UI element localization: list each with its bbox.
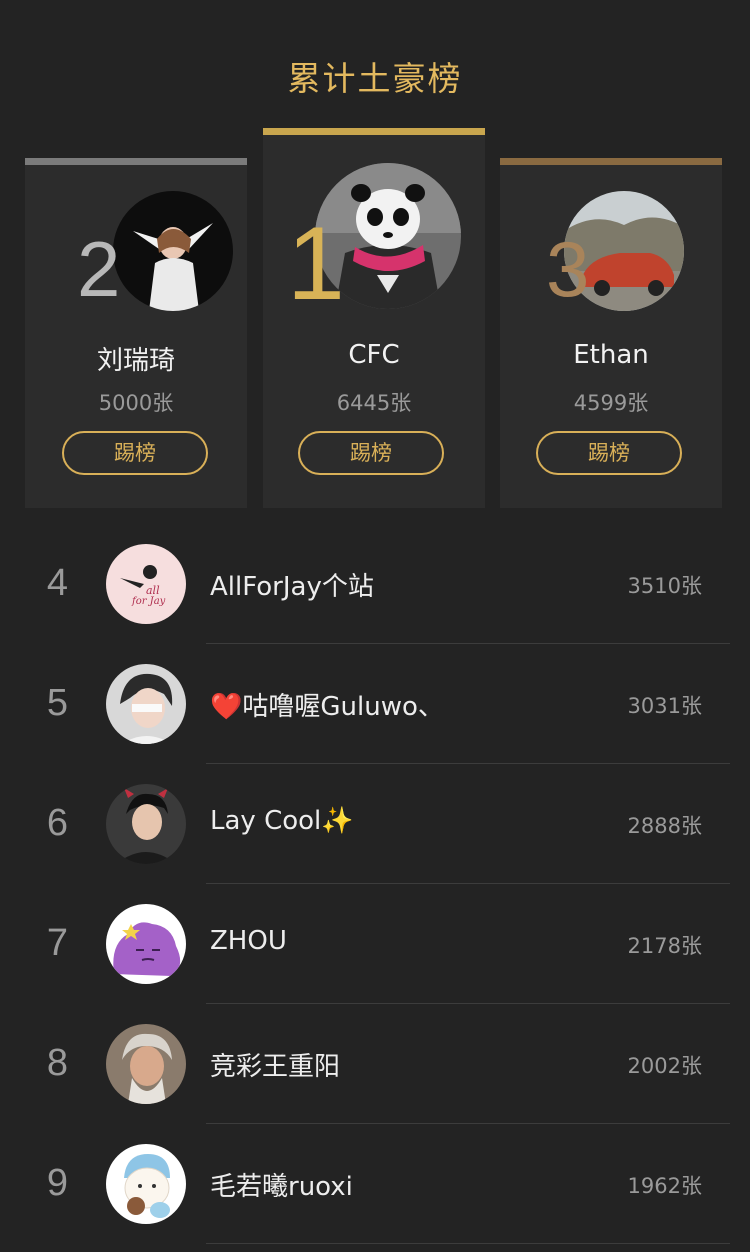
list-item[interactable]: 7 ZHOU 2178张 bbox=[0, 884, 750, 1004]
user-name: ZHOU bbox=[210, 926, 287, 956]
rank-number: 2 bbox=[77, 225, 121, 313]
avatar[interactable] bbox=[106, 1024, 186, 1104]
avatar[interactable] bbox=[106, 664, 186, 744]
avatar[interactable] bbox=[113, 191, 233, 311]
podium-name: Ethan bbox=[573, 340, 649, 370]
podium-count: 6445张 bbox=[336, 391, 412, 415]
user-count: 2002张 bbox=[627, 1054, 702, 1078]
user-count: 2888张 bbox=[627, 814, 702, 838]
list-item[interactable]: 5 ❤️咕噜喔Guluwo、 3031张 bbox=[0, 644, 750, 764]
rank-number: 5 bbox=[46, 682, 69, 724]
rank-number: 7 bbox=[46, 922, 69, 964]
podium-count: 4599张 bbox=[573, 391, 649, 415]
list-item[interactable]: 6 Lay Cool✨ 2888张 bbox=[0, 764, 750, 884]
user-name: 竞彩王重阳 bbox=[210, 1052, 341, 1082]
avatar[interactable] bbox=[106, 1144, 186, 1224]
podium-name: CFC bbox=[348, 340, 400, 370]
rank-number: 1 bbox=[287, 206, 345, 322]
rank-number: 3 bbox=[546, 225, 590, 313]
podium-card-2[interactable]: 2 刘瑞琦 5000张 踢榜 bbox=[25, 158, 247, 508]
avatar[interactable]: all for Jay bbox=[106, 544, 186, 624]
divider bbox=[206, 1243, 730, 1244]
rank-number: 8 bbox=[46, 1042, 69, 1084]
podium-bar bbox=[25, 158, 247, 165]
page-title: 累计土豪榜 bbox=[287, 59, 463, 98]
list-item[interactable]: 4 all for Jay AllForJay个站 3510张 bbox=[0, 524, 750, 644]
user-name: AllForJay个站 bbox=[210, 572, 374, 602]
podium-name: 刘瑞琦 bbox=[96, 346, 175, 376]
user-name: Lay Cool✨ bbox=[210, 806, 354, 836]
avatar[interactable] bbox=[106, 784, 186, 864]
avatar[interactable] bbox=[106, 904, 186, 984]
rank-number: 9 bbox=[46, 1162, 69, 1204]
list-item[interactable]: 9 毛若曦ruoxi 1962张 bbox=[0, 1124, 750, 1244]
user-count: 2178张 bbox=[627, 934, 702, 958]
podium-bar bbox=[500, 158, 722, 165]
podium-bar bbox=[263, 128, 485, 135]
user-count: 3510张 bbox=[627, 574, 702, 598]
user-name: 毛若曦ruoxi bbox=[210, 1172, 353, 1202]
user-count: 1962张 bbox=[627, 1174, 702, 1198]
user-name: ❤️咕噜喔Guluwo、 bbox=[210, 692, 444, 722]
kick-button[interactable]: 踢榜 bbox=[298, 431, 444, 475]
kick-button[interactable]: 踢榜 bbox=[62, 431, 208, 475]
svg-text:for Jay: for Jay bbox=[131, 596, 166, 607]
kick-button[interactable]: 踢榜 bbox=[536, 431, 682, 475]
list-item[interactable]: 8 竞彩王重阳 2002张 bbox=[0, 1004, 750, 1124]
podium-card-1[interactable]: 1 CFC 6445张 踢榜 bbox=[263, 128, 485, 508]
rank-number: 4 bbox=[46, 562, 69, 604]
podium-count: 5000张 bbox=[98, 391, 174, 415]
rank-number: 6 bbox=[46, 802, 69, 844]
user-count: 3031张 bbox=[627, 694, 702, 718]
podium-card-3[interactable]: 3 Ethan 4599张 踢榜 bbox=[500, 158, 722, 508]
